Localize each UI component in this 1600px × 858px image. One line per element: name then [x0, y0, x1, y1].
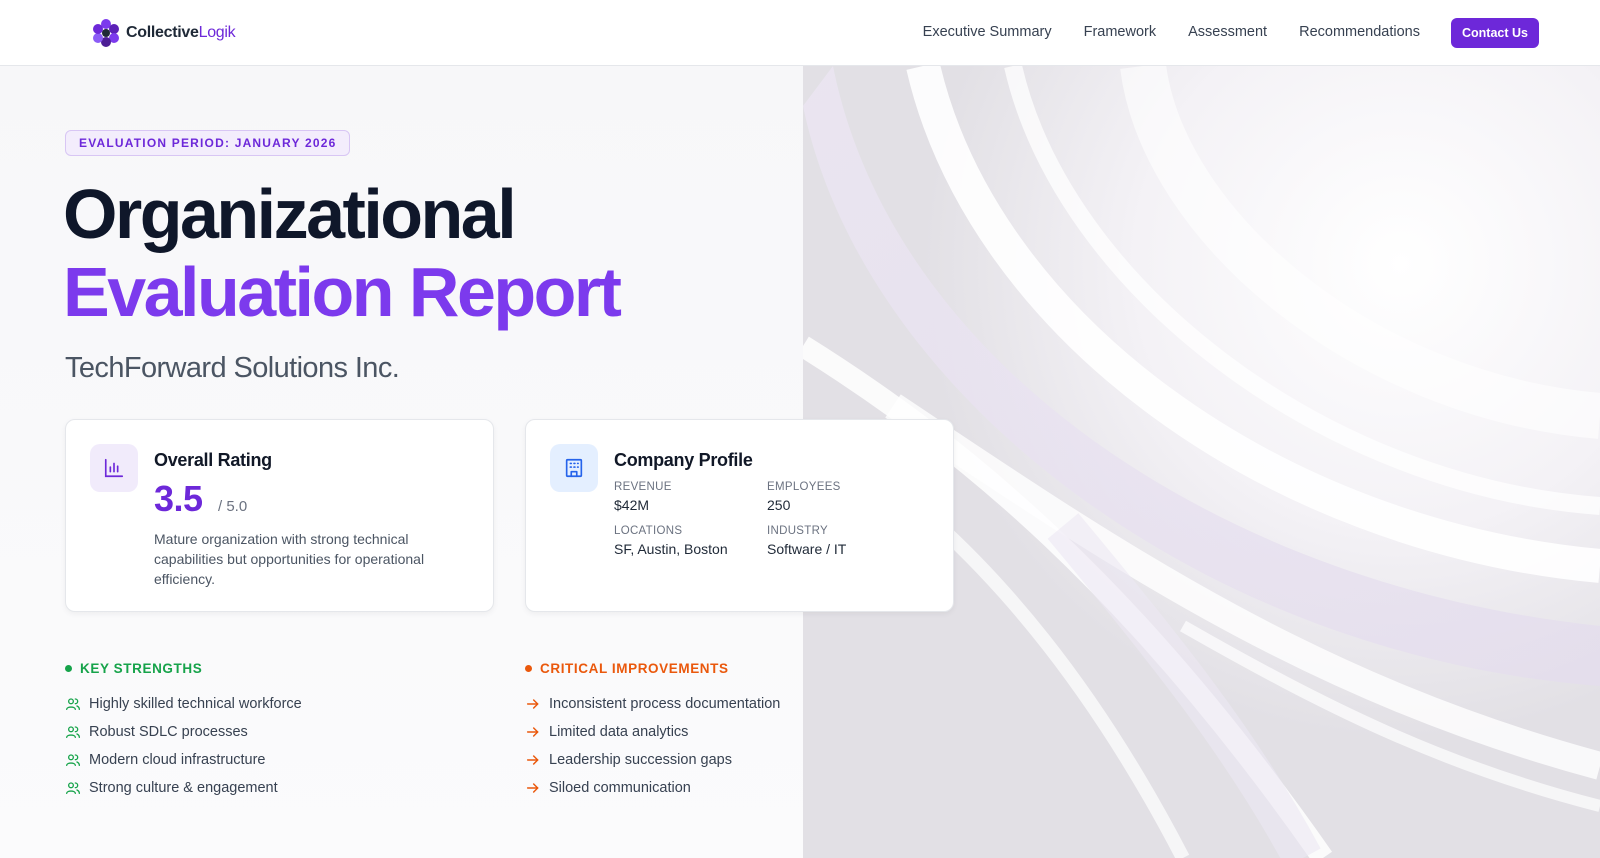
card-title: Company Profile	[614, 450, 753, 470]
company-profile-card: Company Profile REVENUE $42M EMPLOYEES 2…	[525, 419, 954, 612]
arrow-right-icon	[525, 696, 541, 712]
hexagon-cluster-icon	[91, 18, 121, 48]
users-icon	[65, 780, 81, 796]
profile-revenue: REVENUE $42M	[614, 481, 672, 513]
nav-link-recommendations[interactable]: Recommendations	[1299, 24, 1420, 40]
building-icon	[550, 444, 598, 492]
page-title-line-2: Evaluation Report	[63, 253, 622, 331]
page-title-line-1: Organizational	[63, 175, 517, 253]
list-item: Siloed communication	[525, 774, 780, 802]
arrow-right-icon	[525, 724, 541, 740]
users-icon	[65, 752, 81, 768]
rating-value: 3.5	[154, 478, 203, 519]
profile-employees: EMPLOYEES 250	[767, 481, 841, 513]
critical-improvements-heading: CRITICAL IMPROVEMENTS	[525, 661, 729, 676]
users-icon	[65, 724, 81, 740]
critical-improvements-list: Inconsistent process documentation Limit…	[525, 690, 780, 802]
card-title: Overall Rating	[154, 450, 272, 470]
list-item: Highly skilled technical workforce	[65, 690, 302, 718]
key-strengths-list: Highly skilled technical workforce Robus…	[65, 690, 302, 802]
profile-locations: LOCATIONS SF, Austin, Boston	[614, 525, 728, 557]
nav-link-executive-summary[interactable]: Executive Summary	[923, 24, 1052, 40]
list-item: Limited data analytics	[525, 718, 780, 746]
key-strengths-heading: KEY STRENGTHS	[65, 661, 202, 676]
nav-link-assessment[interactable]: Assessment	[1188, 24, 1267, 40]
rating-scale: / 5.0	[218, 498, 248, 515]
list-item: Leadership succession gaps	[525, 746, 780, 774]
contact-us-button[interactable]: Contact Us	[1451, 18, 1539, 48]
arrow-right-icon	[525, 780, 541, 796]
status-dot	[525, 665, 532, 672]
brand-logo[interactable]: CollectiveLogik	[91, 18, 236, 48]
users-icon	[65, 696, 81, 712]
overall-rating-card: Overall Rating 3.5 / 5.0 Mature organiza…	[65, 419, 494, 612]
nav-link-framework[interactable]: Framework	[1084, 24, 1157, 40]
status-dot	[65, 665, 72, 672]
list-item: Inconsistent process documentation	[525, 690, 780, 718]
list-item: Strong culture & engagement	[65, 774, 302, 802]
arrow-right-icon	[525, 752, 541, 768]
rating-description: Mature organization with strong technica…	[154, 531, 425, 587]
nav-links: Executive Summary Framework Assessment R…	[923, 24, 1420, 40]
top-nav: CollectiveLogik Executive Summary Framew…	[0, 0, 1600, 66]
list-item: Modern cloud infrastructure	[65, 746, 302, 774]
evaluation-period-badge: EVALUATION PERIOD: JANUARY 2026	[65, 130, 351, 156]
profile-industry: INDUSTRY Software / IT	[767, 525, 847, 557]
company-name: TechForward Solutions Inc.	[65, 352, 400, 384]
bar-chart-icon	[90, 444, 138, 492]
brand-name: CollectiveLogik	[126, 24, 236, 41]
list-item: Robust SDLC processes	[65, 718, 302, 746]
